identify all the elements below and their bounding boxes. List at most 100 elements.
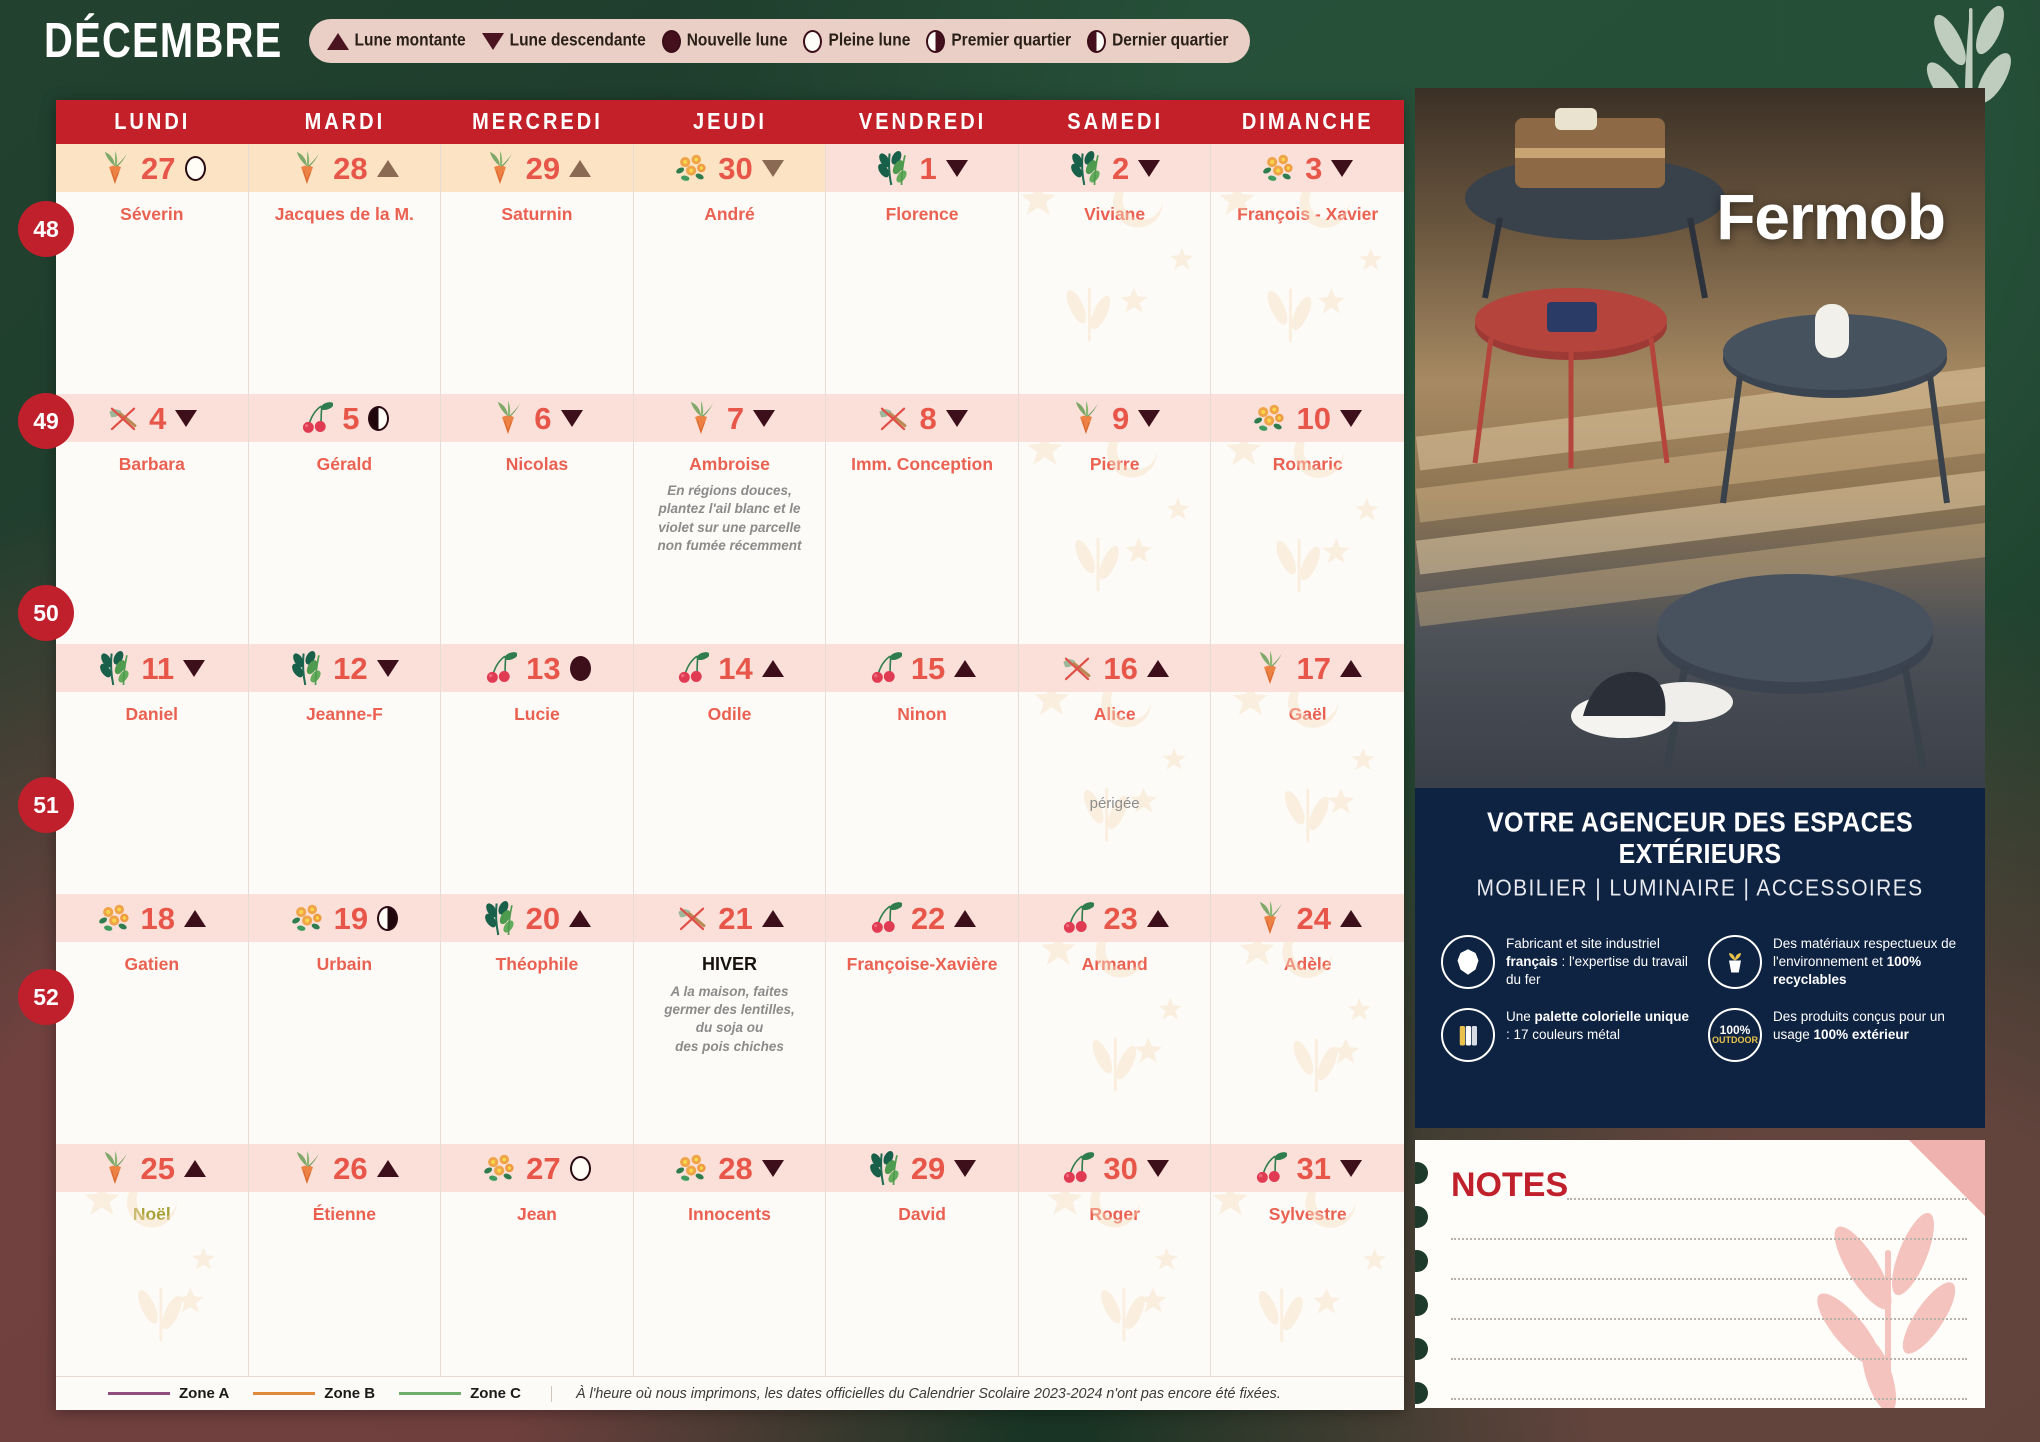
day-cell[interactable]: 21 HIVER A la maison, faites germer des len… bbox=[633, 894, 827, 1144]
day-cell[interactable]: 22 Françoise-Xavière bbox=[826, 894, 1019, 1144]
day-cell[interactable]: 1 Florence bbox=[826, 144, 1019, 394]
notes-writing-line[interactable] bbox=[1451, 1398, 1967, 1400]
cherry-icon bbox=[487, 652, 518, 683]
day-cell[interactable]: 3 François - Xavier bbox=[1211, 144, 1404, 394]
saint-name: Florence bbox=[885, 204, 959, 224]
notes-punch-hole bbox=[1415, 1206, 1428, 1228]
day-cell[interactable]: 11 Daniel bbox=[56, 644, 249, 894]
day-cell[interactable]: 12 Jeanne-F bbox=[248, 644, 442, 894]
day-cell[interactable]: 14 Odile bbox=[633, 644, 827, 894]
carrot-icon bbox=[498, 401, 521, 435]
day-cell[interactable]: 29 Saturnin bbox=[441, 144, 634, 394]
day-cell[interactable]: 25 Noël bbox=[56, 1144, 249, 1394]
notes-writing-line[interactable] bbox=[1451, 1238, 1967, 1240]
saint-name: Noël bbox=[132, 1204, 171, 1224]
day-cell[interactable]: 17 Gaël bbox=[1211, 644, 1404, 894]
saint-name: David bbox=[898, 1204, 946, 1224]
day-cell[interactable]: 30 André bbox=[633, 144, 827, 394]
day-cell[interactable]: 28 Innocents bbox=[633, 1144, 827, 1394]
carrot-icon bbox=[1260, 901, 1283, 935]
day-header-bar: 12 bbox=[248, 644, 441, 692]
day-cell[interactable]: 18 Gatien bbox=[56, 894, 249, 1144]
day-header-bar: 28 bbox=[633, 1144, 826, 1192]
flower-icon bbox=[1263, 154, 1293, 181]
day-glyph-wrapper bbox=[868, 1150, 902, 1186]
leaf-icon bbox=[869, 1151, 899, 1186]
color-swatch-icon bbox=[1441, 1007, 1495, 1062]
day-header-bar: 30 bbox=[1018, 1144, 1211, 1192]
day-header-bar: 24 bbox=[1211, 894, 1404, 942]
day-cell[interactable]: 5 Gérald bbox=[248, 394, 442, 644]
day-header-bar: 5 bbox=[248, 394, 441, 442]
day-cell[interactable]: 6 Nicolas bbox=[441, 394, 634, 644]
day-number: 13 bbox=[526, 650, 561, 686]
triangle-up-icon bbox=[184, 1159, 207, 1177]
day-header-bar: 11 bbox=[56, 644, 248, 692]
day-cell[interactable]: 13 Lucie bbox=[441, 644, 634, 894]
legend-label: Dernier quartier bbox=[1112, 30, 1229, 50]
day-cell[interactable]: 20 Théophile bbox=[441, 894, 634, 1144]
day-number: 28 bbox=[333, 150, 368, 186]
day-cell[interactable]: 31 Sylvestre bbox=[1211, 1144, 1404, 1394]
flower-icon bbox=[98, 904, 129, 931]
zone-label: Zone A bbox=[179, 1385, 230, 1402]
day-number: 5 bbox=[342, 400, 360, 436]
cherry-icon bbox=[303, 402, 334, 433]
triangle-down-icon bbox=[954, 1159, 977, 1177]
weekday-header-mercredi: MERCREDI bbox=[472, 108, 603, 135]
day-number: 22 bbox=[910, 900, 946, 936]
day-glyph-wrapper bbox=[483, 900, 517, 936]
day-number: 12 bbox=[333, 650, 368, 686]
day-cell[interactable]: 4Barbaraapogée bbox=[56, 394, 249, 644]
outdoor-badge-text: OUTDOOR bbox=[1712, 1035, 1758, 1046]
notes-writing-line[interactable] bbox=[1567, 1198, 1967, 1200]
cherry-icon bbox=[1064, 902, 1095, 933]
notes-writing-line[interactable] bbox=[1451, 1278, 1967, 1280]
day-cell[interactable]: 8Imm. Conceptionnœud lunaire bbox=[826, 394, 1019, 644]
day-number: 20 bbox=[525, 900, 561, 936]
day-cell[interactable]: 10 Romaric bbox=[1211, 394, 1404, 644]
notes-punch-hole bbox=[1415, 1294, 1428, 1316]
ad-feature-text: Des matériaux respectueux de l'environne… bbox=[1773, 936, 1957, 988]
day-cell[interactable]: 7 Ambroise En régions douces, plantez l'ail… bbox=[633, 394, 827, 644]
day-glyph-wrapper bbox=[1069, 400, 1103, 436]
day-cell[interactable]: 9 Pierre bbox=[1018, 394, 1212, 644]
day-cell[interactable]: 24 Adèle bbox=[1211, 894, 1404, 1144]
saint-name: Alice bbox=[1093, 704, 1136, 724]
legend-label: Lune descendante bbox=[509, 30, 646, 50]
carrot-icon bbox=[1260, 651, 1283, 685]
day-cell[interactable]: 27 Séverin bbox=[56, 144, 249, 394]
day-cell[interactable]: 16 Alice périgée bbox=[1018, 644, 1212, 894]
carrot-icon bbox=[104, 151, 127, 185]
day-cell[interactable]: 2 Viviane bbox=[1018, 144, 1212, 394]
day-header-bar: 14 bbox=[633, 644, 826, 692]
leaf-icon bbox=[292, 651, 321, 686]
carrot-icon bbox=[104, 1151, 127, 1185]
day-cell[interactable]: 19 Urbain bbox=[248, 894, 442, 1144]
day-cell[interactable]: 29 David bbox=[826, 1144, 1019, 1394]
saint-name: Jacques de la M. bbox=[274, 204, 414, 224]
notes-writing-line[interactable] bbox=[1451, 1318, 1967, 1320]
day-number: 27 bbox=[141, 150, 176, 186]
legend-item-lune-montante: Lune montante bbox=[326, 31, 466, 50]
day-cell[interactable]: 30 Roger bbox=[1018, 1144, 1212, 1394]
advertisement-panel[interactable]: Fermob VOTRE AGENCEUR DES ESPACES EXTÉRI… bbox=[1415, 88, 1985, 1128]
notes-writing-line[interactable] bbox=[1451, 1358, 1967, 1360]
day-glyph-wrapper bbox=[290, 150, 324, 186]
day-cell[interactable]: 28 Jacques de la M. bbox=[248, 144, 442, 394]
saint-name: François - Xavier bbox=[1237, 204, 1379, 224]
saint-name: Imm. Conception bbox=[851, 454, 994, 474]
day-glyph-wrapper bbox=[675, 150, 709, 186]
day-cell[interactable]: 26 Étienne bbox=[248, 1144, 442, 1394]
day-number: 28 bbox=[718, 1150, 753, 1186]
day-cell[interactable]: 27 Jean bbox=[441, 1144, 634, 1394]
notes-panel[interactable]: NOTES bbox=[1415, 1140, 1985, 1408]
day-number: 11 bbox=[141, 650, 175, 686]
day-header-bar: 6 bbox=[441, 394, 633, 442]
flower-icon bbox=[676, 1154, 706, 1181]
day-cell[interactable]: 23 Armand bbox=[1018, 894, 1212, 1144]
day-glyph-wrapper bbox=[299, 400, 334, 436]
zone-color-line bbox=[399, 1392, 462, 1395]
cherry-icon bbox=[871, 902, 903, 933]
day-cell[interactable]: 15Ninonnœud lunaire bbox=[826, 644, 1019, 894]
